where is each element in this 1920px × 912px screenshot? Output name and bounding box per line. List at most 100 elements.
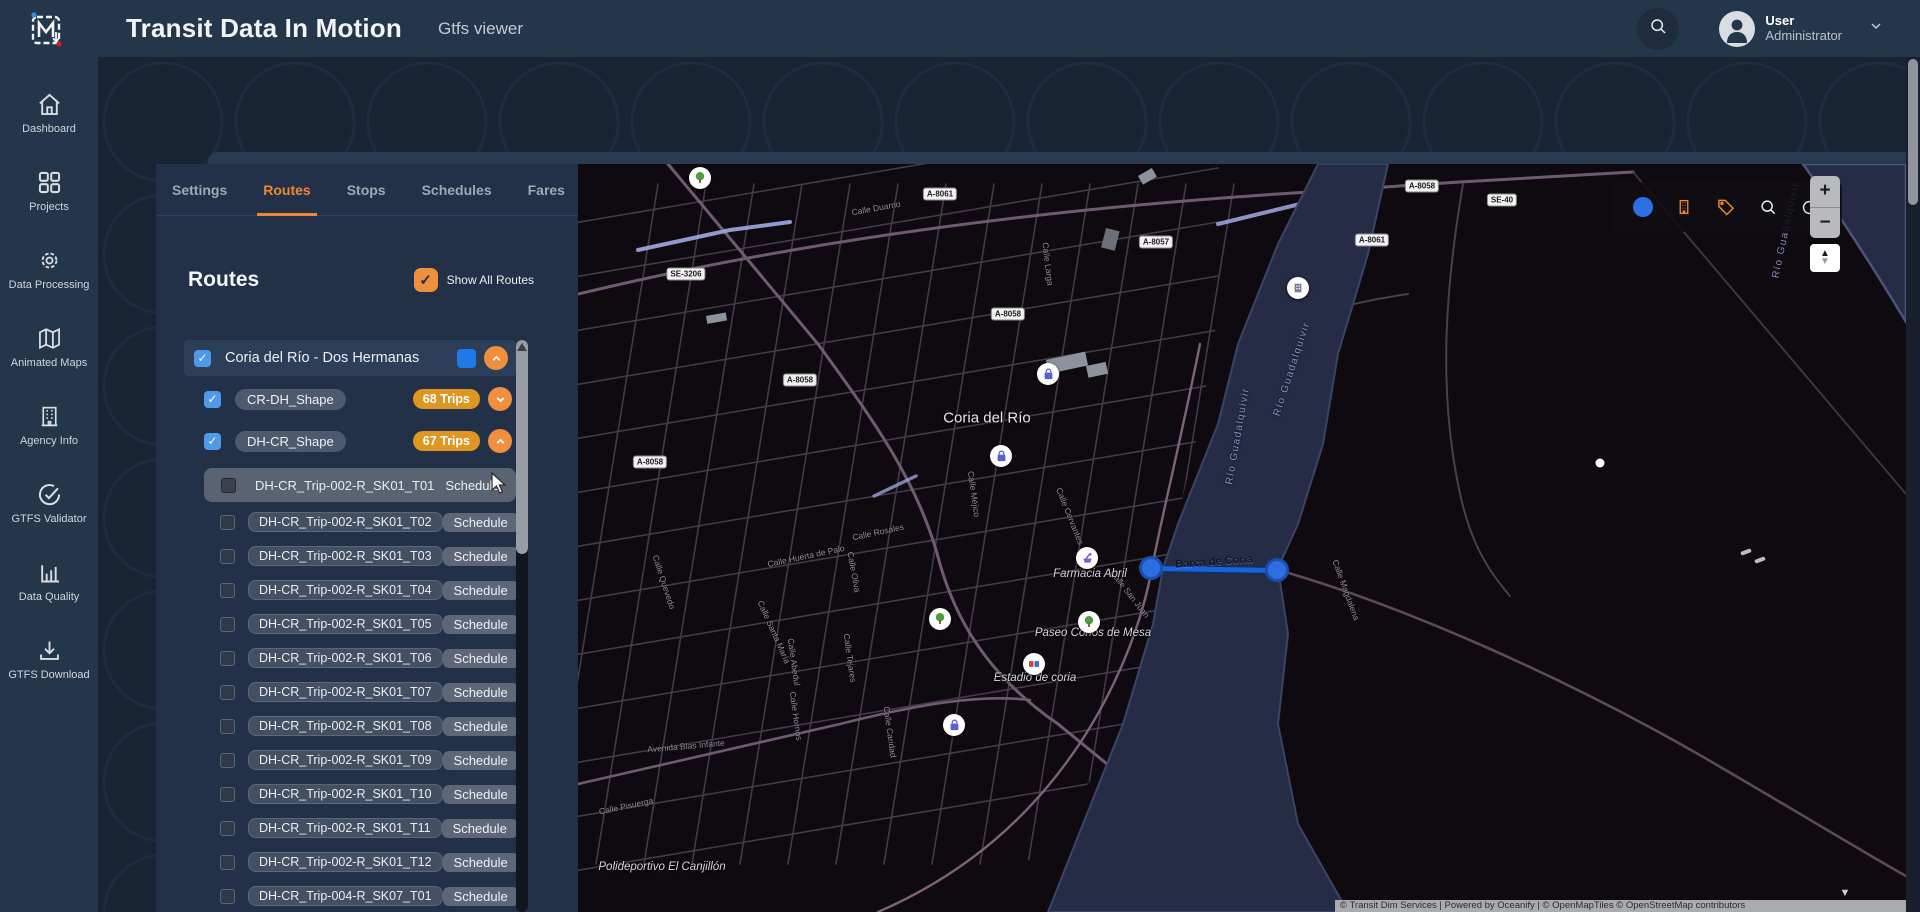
trip-checkbox[interactable] bbox=[220, 753, 235, 768]
page-scrollbar[interactable] bbox=[1906, 57, 1920, 912]
user-menu[interactable]: User Administrator bbox=[1765, 14, 1842, 44]
sidebar-item-gtfs-download[interactable]: GTFS Download bbox=[0, 619, 98, 697]
shape-name[interactable]: DH-CR_Shape bbox=[235, 431, 346, 452]
trip-schedule-button[interactable]: Schedule bbox=[443, 547, 516, 566]
map-canvas[interactable]: Coria del RíoRío GuadalquivirRío Guadalq… bbox=[578, 164, 1906, 912]
map-tool-search-button[interactable] bbox=[1755, 194, 1781, 220]
shape-row-cr-dh-shape[interactable]: ✓ CR-DH_Shape 68 Trips bbox=[204, 384, 512, 414]
trip-checkbox[interactable] bbox=[220, 787, 235, 802]
trip-name[interactable]: DH-CR_Trip-002-R_SK01_T01 bbox=[249, 476, 434, 495]
trip-row[interactable]: DH-CR_Trip-002-R_SK01_T04ScheduleR bbox=[220, 576, 512, 604]
tilt-down-button[interactable]: ▼ bbox=[1820, 258, 1830, 266]
tab-settings[interactable]: Settings bbox=[172, 164, 227, 216]
trip-checkbox[interactable] bbox=[220, 515, 235, 530]
route-point[interactable] bbox=[1139, 556, 1163, 580]
trip-name[interactable]: DH-CR_Trip-002-R_SK01_T06 bbox=[248, 648, 443, 668]
route-header-row[interactable]: ✓ Coria del Río - Dos Hermanas bbox=[184, 340, 516, 376]
route-checkbox[interactable]: ✓ bbox=[194, 350, 211, 367]
trip-row[interactable]: DH-CR_Trip-002-R_SK01_T10ScheduleR bbox=[220, 780, 512, 808]
trip-schedule-button[interactable]: Schedule bbox=[443, 513, 516, 532]
trip-name[interactable]: DH-CR_Trip-002-R_SK01_T05 bbox=[248, 614, 443, 634]
trip-name[interactable]: DH-CR_Trip-004-R_SK07_T01 bbox=[248, 886, 443, 906]
page-scrollbar-thumb[interactable] bbox=[1908, 59, 1918, 205]
user-menu-chevron-down-icon[interactable] bbox=[1868, 18, 1884, 39]
trip-name[interactable]: DH-CR_Trip-002-R_SK01_T02 bbox=[248, 512, 443, 532]
trip-schedule-button[interactable]: Schedule bbox=[434, 476, 510, 495]
trip-name[interactable]: DH-CR_Trip-002-R_SK01_T09 bbox=[248, 750, 443, 770]
shape-collapse-button[interactable] bbox=[488, 429, 512, 453]
search-button[interactable] bbox=[1637, 8, 1679, 50]
zoom-out-button[interactable]: − bbox=[1810, 208, 1840, 239]
trip-checkbox[interactable] bbox=[220, 855, 235, 870]
tab-stops[interactable]: Stops bbox=[347, 164, 386, 216]
trip-checkbox[interactable] bbox=[220, 685, 235, 700]
trip-checkbox[interactable] bbox=[220, 889, 235, 904]
trip-checkbox[interactable] bbox=[220, 549, 235, 564]
trip-name[interactable]: DH-CR_Trip-002-R_SK01_T07 bbox=[248, 682, 443, 702]
trip-checkbox[interactable] bbox=[220, 583, 235, 598]
trip-checkbox[interactable] bbox=[220, 651, 235, 666]
routes-scrollbar[interactable] bbox=[516, 340, 528, 912]
shape-checkbox[interactable]: ✓ bbox=[204, 391, 221, 408]
trip-schedule-button[interactable]: Schedule bbox=[443, 615, 516, 634]
trip-name[interactable]: DH-CR_Trip-002-R_SK01_T04 bbox=[248, 580, 443, 600]
sidebar-item-data-quality[interactable]: Data Quality bbox=[0, 541, 98, 619]
trip-row[interactable]: DH-CR_Trip-002-R_SK01_T08ScheduleR bbox=[220, 712, 512, 740]
app-logo-icon[interactable] bbox=[26, 8, 68, 50]
sidebar-item-animated-maps[interactable]: Animated Maps bbox=[0, 307, 98, 385]
user-avatar[interactable] bbox=[1719, 11, 1755, 47]
sidebar-item-projects[interactable]: Projects bbox=[0, 151, 98, 229]
trip-schedule-button[interactable]: Schedule bbox=[443, 649, 516, 668]
attribution-toggle-icon[interactable]: ▼ bbox=[1836, 886, 1854, 900]
trip-row[interactable]: DH-CR_Trip-002-R_SK01_T07ScheduleR bbox=[220, 678, 512, 706]
route-collapse-button[interactable] bbox=[484, 346, 508, 370]
tab-routes[interactable]: Routes bbox=[263, 164, 310, 216]
routes-scrollbar-thumb[interactable] bbox=[516, 340, 528, 554]
show-all-routes-toggle[interactable]: ✓ Show All Routes bbox=[414, 268, 534, 292]
trip-row[interactable]: DH-CR_Trip-004-R_SK07_T01ScheduleR bbox=[220, 882, 512, 910]
trip-row[interactable]: DH-CR_Trip-002-R_SK01_T11ScheduleR bbox=[220, 814, 512, 842]
shape-name[interactable]: CR-DH_Shape bbox=[235, 389, 346, 410]
trip-row[interactable]: DH-CR_Trip-002-R_SK01_T09ScheduleR bbox=[220, 746, 512, 774]
trip-schedule-button[interactable]: Schedule bbox=[442, 819, 516, 838]
trip-checkbox[interactable] bbox=[220, 617, 235, 632]
map-tool-blue-circle-button[interactable] bbox=[1630, 194, 1656, 220]
trip-name[interactable]: DH-CR_Trip-002-R_SK01_T03 bbox=[248, 546, 443, 566]
map-tool-tag-button[interactable] bbox=[1713, 194, 1739, 220]
sidebar-item-dashboard[interactable]: Dashboard bbox=[0, 73, 98, 151]
show-all-routes-checkbox[interactable]: ✓ bbox=[414, 268, 438, 292]
trip-checkbox[interactable] bbox=[220, 719, 235, 734]
trip-schedule-button[interactable]: Schedule bbox=[443, 751, 516, 770]
trips-count-badge[interactable]: 67 Trips bbox=[413, 431, 480, 451]
trip-name[interactable]: DH-CR_Trip-002-R_SK01_T10 bbox=[248, 784, 443, 804]
sidebar-item-agency-info[interactable]: Agency Info bbox=[0, 385, 98, 463]
route-point[interactable] bbox=[1265, 558, 1289, 582]
trip-row[interactable]: DH-CR_Trip-002-R_SK01_T12ScheduleR bbox=[220, 848, 512, 876]
trip-name[interactable]: DH-CR_Trip-002-R_SK01_T12 bbox=[248, 852, 443, 872]
trips-count-badge[interactable]: 68 Trips bbox=[413, 389, 480, 409]
trip-row[interactable]: DH-CR_Trip-002-R_SK01_T03ScheduleR bbox=[220, 542, 512, 570]
trip-schedule-button[interactable]: Schedule bbox=[443, 785, 516, 804]
route-color-swatch[interactable] bbox=[457, 349, 476, 368]
trip-schedule-button[interactable]: Schedule bbox=[443, 853, 516, 872]
trip-schedule-button[interactable]: Schedule bbox=[443, 717, 516, 736]
shape-checkbox[interactable]: ✓ bbox=[204, 433, 221, 450]
sidebar-item-gtfs-validator[interactable]: GTFS Validator bbox=[0, 463, 98, 541]
trip-schedule-button[interactable]: Schedule bbox=[443, 581, 516, 600]
zoom-in-button[interactable]: + bbox=[1810, 176, 1840, 208]
trip-schedule-button[interactable]: Schedule bbox=[443, 683, 516, 702]
trip-checkbox[interactable] bbox=[220, 821, 235, 836]
sidebar-item-data-processing[interactable]: Data Processing bbox=[0, 229, 98, 307]
trip-name[interactable]: DH-CR_Trip-002-R_SK01_T11 bbox=[248, 818, 442, 838]
trip-row[interactable]: DH-CR_Trip-002-R_SK01_T02ScheduleR bbox=[220, 508, 512, 536]
trip-row[interactable]: DH-CR_Trip-002-R_SK01_T01ScheduleR bbox=[204, 468, 516, 502]
shape-row-dh-cr-shape[interactable]: ✓ DH-CR_Shape 67 Trips bbox=[204, 426, 512, 456]
trip-row[interactable]: DH-CR_Trip-002-R_SK01_T05ScheduleR bbox=[220, 610, 512, 638]
trip-schedule-button[interactable]: Schedule bbox=[443, 887, 516, 906]
tab-schedules[interactable]: Schedules bbox=[422, 164, 492, 216]
shape-expand-button[interactable] bbox=[488, 387, 512, 411]
tab-fares[interactable]: Fares bbox=[528, 164, 565, 216]
map-tool-building-button[interactable] bbox=[1671, 194, 1697, 220]
trip-row[interactable]: DH-CR_Trip-002-R_SK01_T06ScheduleR bbox=[220, 644, 512, 672]
trip-name[interactable]: DH-CR_Trip-002-R_SK01_T08 bbox=[248, 716, 443, 736]
